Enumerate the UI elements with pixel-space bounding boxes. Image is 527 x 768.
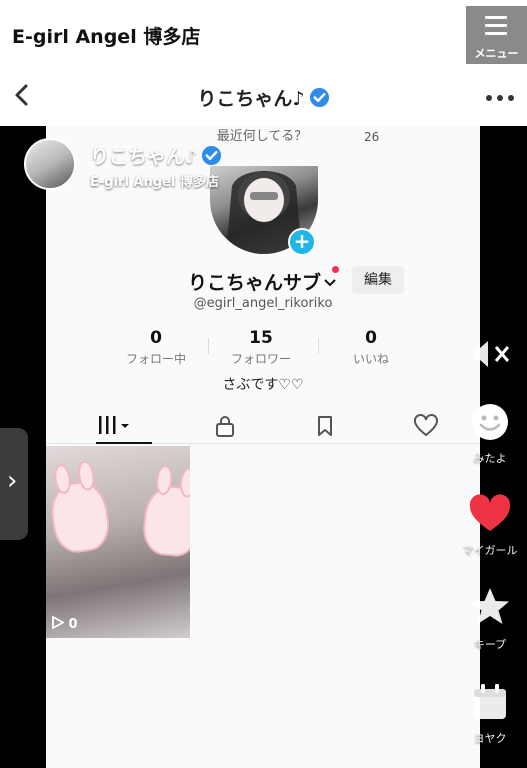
profile-name[interactable]: りこちゃんサブ	[188, 268, 337, 295]
bunny-mask-right	[140, 464, 190, 559]
calendar-icon	[474, 684, 506, 719]
mute-button[interactable]	[460, 336, 520, 376]
verified-icon	[309, 87, 329, 108]
page-title-text: りこちゃん♪	[197, 88, 305, 110]
heart-icon	[469, 494, 511, 531]
reserve-label: ヨヤク	[473, 732, 507, 745]
stat-label: フォロー中	[125, 352, 186, 366]
lock-icon	[216, 416, 234, 437]
overlay-shop-name[interactable]: E-girl Angel 博多店	[90, 171, 219, 190]
notification-dot	[332, 266, 339, 273]
bunny-mask-left	[47, 459, 113, 556]
video-thumbnail[interactable]: 0	[46, 446, 190, 638]
verified-icon	[202, 145, 222, 166]
mitayo-button[interactable]: みたよ	[460, 402, 520, 466]
mute-icon	[474, 341, 510, 367]
stat-value: 0	[365, 328, 377, 348]
grid-icon	[99, 416, 129, 434]
side-drawer-tab[interactable]: ›	[0, 428, 28, 540]
page-header: りこちゃん♪	[0, 68, 527, 126]
stat-following[interactable]: 0 フォロー中	[106, 328, 206, 367]
profile-tabs	[46, 408, 480, 444]
stat-value: 0	[150, 328, 162, 348]
menu-button[interactable]: メニュー	[466, 6, 527, 64]
keep-label: キープ	[473, 638, 507, 651]
profile-bio: さぶです♡♡	[222, 377, 304, 393]
stat-followers[interactable]: 15 フォロワー	[211, 328, 311, 367]
hamburger-icon	[485, 16, 507, 36]
tab-liked[interactable]	[373, 408, 473, 444]
stat-likes[interactable]: 0 いいね	[321, 328, 421, 367]
chevron-down-icon	[324, 279, 336, 287]
video-player[interactable]: 最近何してる？ 26 + りこちゃんサブ 編集 @egirl_angel_rik…	[0, 126, 527, 768]
action-rail: みたよ マイガール キープ ヨヤク	[460, 126, 520, 768]
overlay-name[interactable]: りこちゃん♪	[90, 142, 222, 169]
smile-icon	[472, 404, 508, 440]
edit-button[interactable]: 編集	[352, 266, 404, 294]
stat-divider	[208, 338, 209, 354]
play-icon	[52, 615, 65, 630]
add-plus-icon[interactable]: +	[288, 228, 316, 256]
chevron-right-icon: ›	[7, 466, 18, 496]
keep-button[interactable]: キープ	[460, 586, 520, 652]
profile-name-text: りこちゃんサブ	[188, 272, 322, 294]
tab-videos[interactable]	[56, 408, 156, 444]
site-title[interactable]: E-girl Angel 博多店	[12, 22, 200, 49]
heart-outline-icon	[414, 414, 438, 437]
site-header: E-girl Angel 博多店 メニュー	[0, 0, 527, 68]
my-girl-label: マイガール	[462, 544, 518, 557]
video-content: 最近何してる？ 26 + りこちゃんサブ 編集 @egirl_angel_rik…	[46, 126, 480, 768]
tab-active-indicator	[96, 442, 152, 444]
more-icon[interactable]	[485, 94, 515, 102]
view-count-value: 0	[68, 617, 78, 632]
menu-label: メニュー	[474, 47, 519, 60]
reserve-button[interactable]: ヨヤク	[460, 682, 520, 746]
view-count: 0	[52, 615, 78, 632]
bookmark-icon	[318, 416, 332, 436]
ghost-question: 最近何してる？	[216, 129, 308, 144]
shop-avatar[interactable]	[24, 138, 76, 190]
stat-label: いいね	[352, 352, 389, 366]
profile-stats: 0 フォロー中 15 フォロワー 0 いいね	[106, 328, 406, 368]
profile-handle: @egirl_angel_rikoriko	[193, 296, 333, 311]
star-icon	[471, 588, 509, 624]
stat-value: 15	[249, 328, 273, 348]
tab-private[interactable]	[173, 408, 273, 444]
tab-saved[interactable]	[273, 408, 373, 444]
stat-label: フォロワー	[230, 352, 291, 366]
mitayo-label: みたよ	[473, 452, 507, 465]
my-girl-button[interactable]: マイガール	[460, 494, 520, 558]
overlay-name-text: りこちゃん♪	[90, 146, 198, 168]
stat-divider	[318, 338, 319, 354]
page-title: りこちゃん♪	[0, 84, 527, 111]
profile-name-row: りこちゃんサブ 編集	[46, 266, 480, 296]
ghost-count: 26	[364, 130, 380, 144]
